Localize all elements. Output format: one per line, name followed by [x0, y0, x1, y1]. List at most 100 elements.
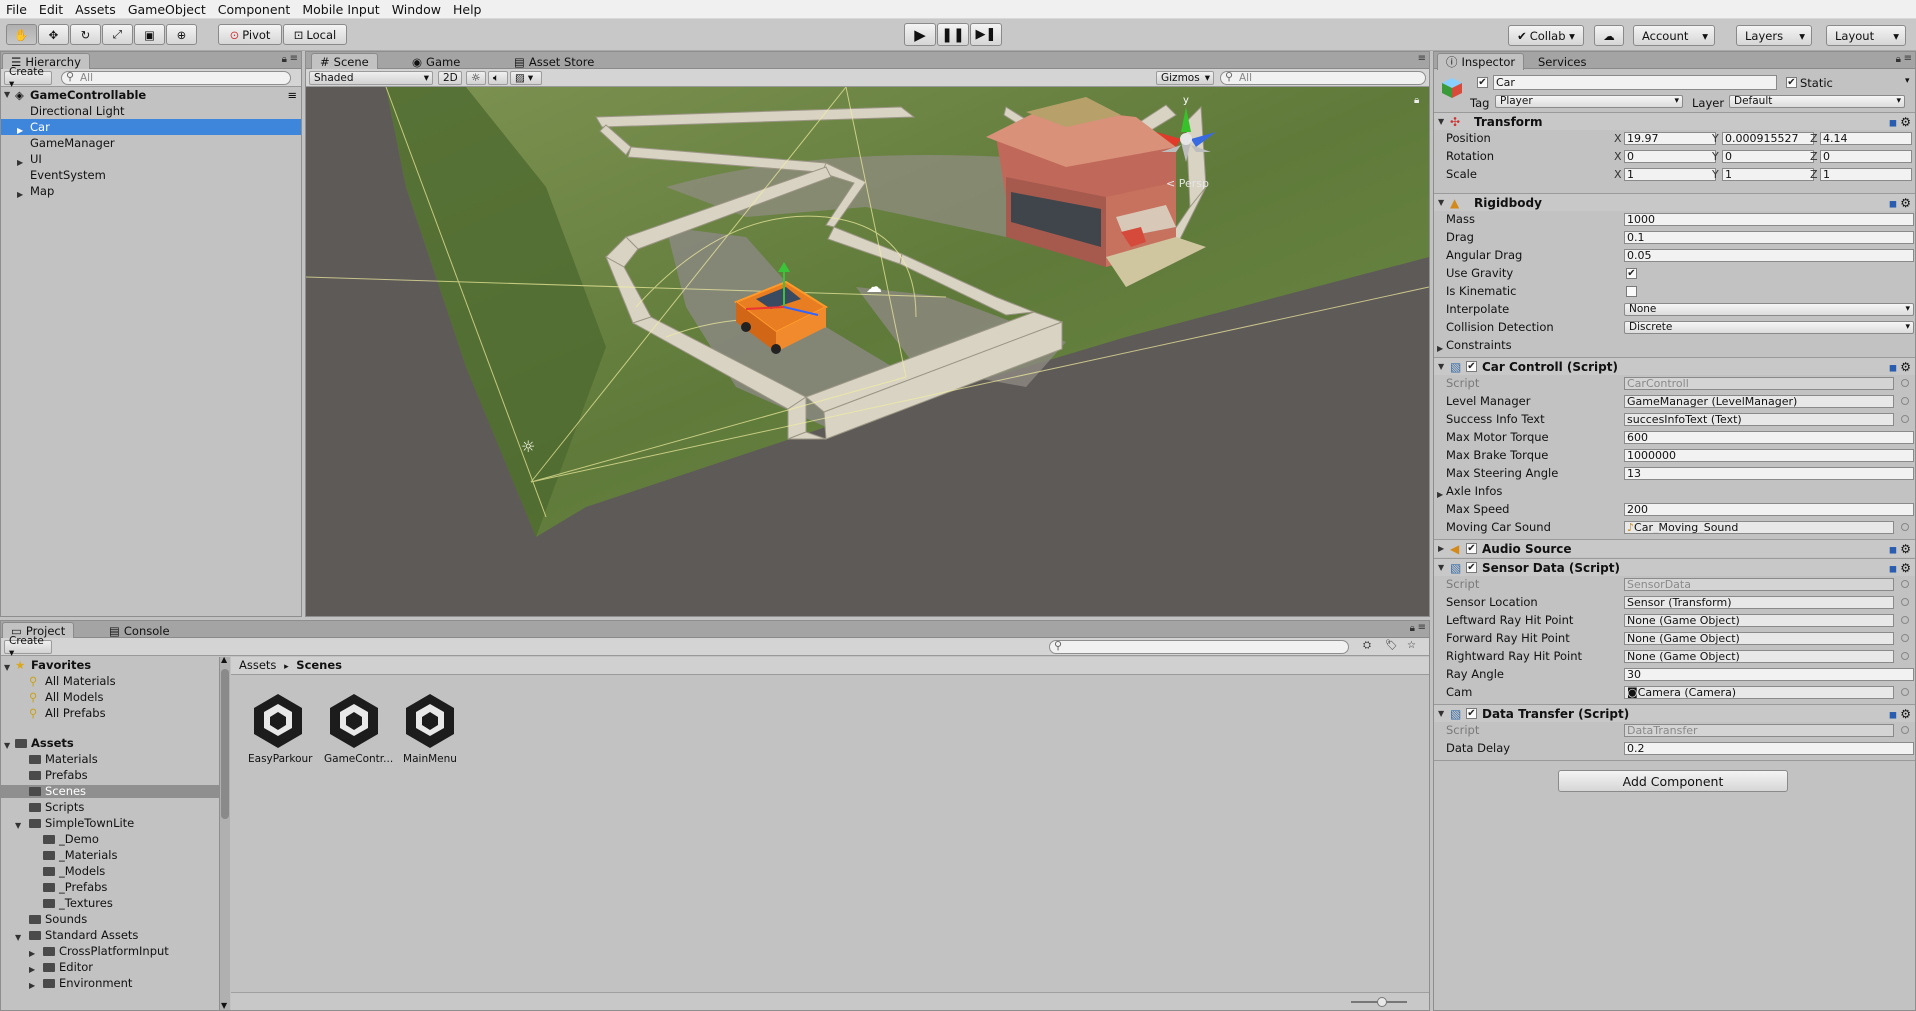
- constraints-row[interactable]: ▶ Constraints: [1434, 338, 1915, 353]
- folder-item[interactable]: Prefabs: [1, 769, 219, 782]
- folder-item[interactable]: _Demo: [1, 833, 219, 846]
- assets-root-row[interactable]: ▼ Assets: [1, 737, 219, 752]
- object-picker-icon[interactable]: [1901, 598, 1909, 606]
- position-x-field[interactable]: 19.97: [1624, 132, 1716, 145]
- success-info-field[interactable]: succesInfoText (Text): [1624, 413, 1894, 426]
- folder-item[interactable]: Scenes: [1, 785, 219, 798]
- tag-dropdown[interactable]: Player: [1495, 95, 1683, 108]
- expand-arrow-icon[interactable]: ▼: [1438, 559, 1444, 577]
- shading-dropdown[interactable]: Shaded ▾: [309, 71, 433, 85]
- asset-item[interactable]: GameContr...: [324, 690, 393, 765]
- favorite-item[interactable]: ⚲ All Prefabs: [1, 707, 219, 720]
- sensor-data-enabled-checkbox[interactable]: ✔: [1466, 562, 1477, 573]
- gear-icon[interactable]: ⚙: [1900, 705, 1911, 723]
- axle-infos-row[interactable]: ▶ Axle Infos: [1434, 484, 1915, 499]
- car-controll-component-header[interactable]: ▼ ▧ ✔ Car Controll (Script) ◼ ⚙: [1434, 357, 1915, 375]
- layers-dropdown[interactable]: Layers ▾: [1736, 25, 1812, 46]
- hierarchy-item[interactable]: ▶ UI: [1, 151, 301, 167]
- car-controll-enabled-checkbox[interactable]: ✔: [1466, 361, 1477, 372]
- scroll-up-icon[interactable]: ▲: [221, 655, 227, 664]
- object-picker-icon[interactable]: [1901, 415, 1909, 423]
- breadcrumb-assets[interactable]: Assets: [239, 658, 276, 672]
- expand-arrow-icon[interactable]: ▶: [29, 963, 35, 976]
- cloud-button[interactable]: ☁: [1594, 25, 1624, 46]
- tab-game[interactable]: ◉ Game: [404, 53, 468, 70]
- max-speed-field[interactable]: 200: [1624, 503, 1914, 516]
- menu-item-help[interactable]: Help: [447, 0, 488, 19]
- favorites-row[interactable]: ▼ ★ Favorites: [1, 659, 219, 674]
- panel-menu-icon[interactable]: ≡: [1418, 53, 1426, 64]
- mass-field[interactable]: 1000: [1624, 213, 1914, 226]
- is-kinematic-checkbox[interactable]: [1626, 286, 1637, 297]
- transform-component-header[interactable]: ▼ ✣ Transform ◼ ⚙: [1434, 112, 1915, 130]
- gear-icon[interactable]: ⚙: [1900, 540, 1911, 558]
- sensor-location-field[interactable]: Sensor (Transform): [1624, 596, 1894, 609]
- menu-item-gameobject[interactable]: GameObject: [122, 0, 212, 19]
- expand-arrow-icon[interactable]: ▼: [1438, 705, 1444, 723]
- asset-item[interactable]: MainMenu: [400, 690, 460, 765]
- data-transfer-enabled-checkbox[interactable]: ✔: [1466, 708, 1477, 719]
- static-checkbox[interactable]: ✔: [1786, 77, 1797, 88]
- folder-item[interactable]: _Materials: [1, 849, 219, 862]
- hand-tool-button[interactable]: ✋: [6, 24, 37, 45]
- scale-y-field[interactable]: 1: [1722, 168, 1814, 181]
- object-picker-icon[interactable]: [1901, 634, 1909, 642]
- expand-arrow-icon[interactable]: ▶: [29, 979, 35, 992]
- filter-by-label-icon[interactable]: 🏷︎: [1385, 640, 1398, 651]
- panel-menu-icon[interactable]: ≡: [1418, 622, 1426, 633]
- use-gravity-checkbox[interactable]: ✔: [1626, 268, 1637, 279]
- rect-tool-button[interactable]: ▣: [134, 24, 165, 45]
- expand-arrow-icon[interactable]: ▼: [4, 739, 10, 752]
- hierarchy-item[interactable]: Directional Light: [1, 103, 301, 119]
- rotation-y-field[interactable]: 0: [1722, 150, 1814, 163]
- ray-angle-field[interactable]: 30: [1624, 668, 1914, 681]
- max-motor-field[interactable]: 600: [1624, 431, 1914, 444]
- position-z-field[interactable]: 4.14: [1820, 132, 1912, 145]
- layout-dropdown[interactable]: Layout ▾: [1826, 25, 1906, 46]
- hierarchy-item[interactable]: ▶ Map: [1, 183, 301, 199]
- tab-asset-store[interactable]: ▤ Asset Store: [506, 53, 602, 70]
- persp-label[interactable]: < Persp: [1166, 177, 1209, 190]
- effects-dropdown[interactable]: ▨ ▾: [510, 71, 542, 85]
- expand-arrow-icon[interactable]: ▼: [1438, 358, 1444, 376]
- lock-icon[interactable]: 🔒︎: [1896, 54, 1901, 65]
- project-search-input[interactable]: [1049, 640, 1349, 654]
- expand-arrow-icon[interactable]: ▼: [1438, 113, 1444, 131]
- expand-arrow-icon[interactable]: ▼: [4, 661, 10, 674]
- menu-item-mobile-input[interactable]: Mobile Input: [296, 0, 385, 19]
- collision-detection-dropdown[interactable]: Discrete: [1624, 321, 1914, 334]
- leftward-field[interactable]: None (Game Object): [1624, 614, 1894, 627]
- gear-icon[interactable]: ⚙: [1900, 559, 1911, 577]
- tab-services[interactable]: Services: [1530, 53, 1595, 70]
- audio-source-enabled-checkbox[interactable]: ✔: [1466, 543, 1477, 554]
- menu-item-component[interactable]: Component: [212, 0, 297, 19]
- expand-arrow-icon[interactable]: ▶: [17, 187, 23, 203]
- favorite-item[interactable]: ⚲ All Models: [1, 691, 219, 704]
- asset-item[interactable]: EasyParkour: [248, 690, 312, 765]
- expand-arrow-icon[interactable]: ▶: [1437, 341, 1443, 356]
- scene-menu-icon[interactable]: ≡: [287, 87, 297, 103]
- tree-scrollbar[interactable]: ▲ ▼: [219, 655, 230, 1010]
- hierarchy-create-button[interactable]: Create ▾: [4, 66, 52, 90]
- add-component-button[interactable]: Add Component: [1558, 770, 1788, 792]
- menu-item-window[interactable]: Window: [386, 0, 447, 19]
- object-picker-icon[interactable]: [1901, 397, 1909, 405]
- gear-icon[interactable]: ⚙: [1900, 358, 1911, 376]
- folder-item[interactable]: ▶ Environment: [1, 977, 219, 992]
- menu-item-edit[interactable]: Edit: [33, 0, 69, 19]
- gizmos-dropdown[interactable]: Gizmos ▾: [1156, 71, 1214, 85]
- position-y-field[interactable]: 0.000915527: [1722, 132, 1814, 145]
- expand-arrow-icon[interactable]: ▼: [15, 931, 21, 944]
- active-checkbox[interactable]: ✔: [1477, 77, 1488, 88]
- expand-arrow-icon[interactable]: ▼: [4, 87, 10, 103]
- cam-field[interactable]: ◙Camera (Camera): [1624, 686, 1894, 699]
- tab-inspector[interactable]: ⓘ Inspector: [1437, 53, 1525, 70]
- rotate-tool-button[interactable]: ↻: [70, 24, 101, 45]
- expand-arrow-icon[interactable]: ▶: [1437, 487, 1443, 502]
- favorite-item[interactable]: ⚲ All Materials: [1, 675, 219, 688]
- folder-item[interactable]: ▶ CrossPlatformInput: [1, 945, 219, 960]
- collab-button[interactable]: ✔ Collab ▾: [1508, 25, 1584, 46]
- folder-item[interactable]: ▶ Editor: [1, 961, 219, 976]
- hierarchy-item[interactable]: EventSystem: [1, 167, 301, 183]
- expand-arrow-icon[interactable]: ▶: [29, 947, 35, 960]
